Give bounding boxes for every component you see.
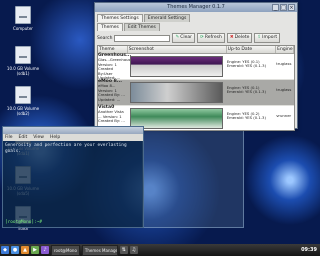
computer-icon bbox=[15, 6, 31, 24]
theme-screenshot bbox=[130, 56, 223, 77]
import-button[interactable]: ⇪Import bbox=[254, 33, 281, 43]
drive-icon bbox=[15, 86, 31, 104]
background-window bbox=[142, 126, 244, 228]
files-icon[interactable]: ▲ bbox=[21, 246, 29, 254]
engine-name: truglass bbox=[276, 87, 292, 92]
terminal-menubar: File Edit View Help bbox=[3, 134, 143, 141]
search-input[interactable] bbox=[114, 34, 171, 42]
delete-button[interactable]: ✖Delete bbox=[226, 33, 253, 43]
desktop-icon-computer[interactable]: Computer bbox=[3, 6, 43, 44]
table-row[interactable]: Greenhous... Glas...Greenhous... Version:… bbox=[98, 53, 294, 80]
column-header-up-to-date[interactable]: Up-to Date bbox=[227, 46, 277, 53]
search-label: Search bbox=[97, 35, 113, 41]
refresh-button[interactable]: ⟳Refresh bbox=[197, 33, 225, 43]
column-header-theme[interactable]: Theme bbox=[98, 46, 128, 53]
table-row[interactable]: eMoo 8... eMoo 8... Version: 1 Created By… bbox=[98, 79, 294, 106]
tab-themes-settings[interactable]: Themes Settings bbox=[97, 14, 143, 22]
toolbar: Search ✎Clear ⟳Refresh ✖Delete ⇪Import bbox=[95, 31, 297, 45]
delete-icon: ✖ bbox=[229, 35, 234, 40]
drive-icon bbox=[15, 46, 31, 64]
menu-help[interactable]: Help bbox=[50, 134, 60, 141]
sub-tabs: Themes Edit Themes bbox=[95, 22, 297, 31]
tab-themes[interactable]: Themes bbox=[97, 23, 123, 31]
task-themes-manager[interactable]: Themes Manager bbox=[81, 244, 118, 256]
maximize-icon[interactable]: □ bbox=[280, 4, 287, 11]
update-status: Engine: YES (0.2) Emerald: YES (0.1.3) bbox=[226, 111, 266, 121]
window-title: Themes Manager 0.1.7 bbox=[167, 4, 225, 10]
desktop-icon-volume[interactable]: 10.0 GB Volume (sdb2) bbox=[3, 86, 43, 124]
update-status: Engine: YES (0.1) Emerald: YES (0.1.3) bbox=[226, 85, 266, 95]
desktop-icon-volume[interactable]: 10.0 GB Volume (sdb1) bbox=[3, 46, 43, 84]
terminal-output[interactable]: Generosity and perfection are your everl… bbox=[5, 143, 141, 225]
theme-screenshot bbox=[129, 82, 223, 103]
refresh-icon: ⟳ bbox=[200, 35, 204, 40]
terminal-motd: Generosity and perfection are your everl… bbox=[5, 143, 127, 154]
themes-table: Theme Screenshot Up-to Date Engine Green… bbox=[97, 45, 295, 131]
taskbar: ◆ ● ▲ ▶ ♪ root@Mono Themes Manager ⇅ ♫ 0… bbox=[0, 244, 320, 256]
clear-button[interactable]: ✎Clear bbox=[172, 33, 196, 43]
task-terminal[interactable]: root@Mono bbox=[51, 244, 80, 256]
terminal-icon[interactable]: ▶ bbox=[31, 246, 39, 254]
terminal-prompt: [root@Mono]:~# bbox=[5, 219, 43, 225]
theme-desc: eMoo 8... Version: 1 Created By: ... Upd… bbox=[98, 83, 125, 102]
minimize-icon[interactable]: _ bbox=[272, 4, 279, 11]
theme-desc: Another Vista ... Version: 1 Created By:… bbox=[98, 109, 125, 124]
clock[interactable]: 09:39 bbox=[301, 247, 319, 253]
menu-icon[interactable]: ◆ bbox=[1, 246, 9, 254]
browser-icon[interactable]: ● bbox=[11, 246, 19, 254]
menu-view[interactable]: View bbox=[33, 134, 44, 141]
close-icon[interactable]: × bbox=[288, 4, 295, 11]
engine-name: truglass bbox=[276, 61, 292, 66]
menu-edit[interactable]: Edit bbox=[19, 134, 28, 141]
terminal-titlebar[interactable] bbox=[3, 127, 143, 134]
themes-manager-window: Themes Manager 0.1.7 _ □ × Themes Settin… bbox=[94, 2, 298, 131]
update-status: Engine: YES (0.1) Emerald: YES (0.1.3) bbox=[226, 59, 267, 69]
tab-emerald-settings[interactable]: Emerald Settings bbox=[143, 14, 191, 22]
clear-icon: ✎ bbox=[175, 35, 180, 40]
main-tabs: Themes Settings Emerald Settings bbox=[95, 12, 297, 22]
media-icon[interactable]: ♪ bbox=[41, 246, 49, 254]
network-icon[interactable]: ⇅ bbox=[119, 246, 128, 254]
menu-file[interactable]: File bbox=[5, 134, 13, 141]
terminal-window: File Edit View Help Generosity and perfe… bbox=[2, 126, 144, 228]
volume-icon[interactable]: ♫ bbox=[129, 246, 138, 254]
engine-name: vrunner bbox=[276, 113, 292, 118]
import-icon: ⇪ bbox=[257, 35, 262, 40]
tab-edit-themes[interactable]: Edit Themes bbox=[123, 23, 160, 31]
window-titlebar[interactable]: Themes Manager 0.1.7 _ □ × bbox=[95, 3, 297, 12]
column-header-screenshot[interactable]: Screenshot bbox=[128, 46, 227, 53]
column-header-engine[interactable]: Engine bbox=[276, 46, 294, 53]
